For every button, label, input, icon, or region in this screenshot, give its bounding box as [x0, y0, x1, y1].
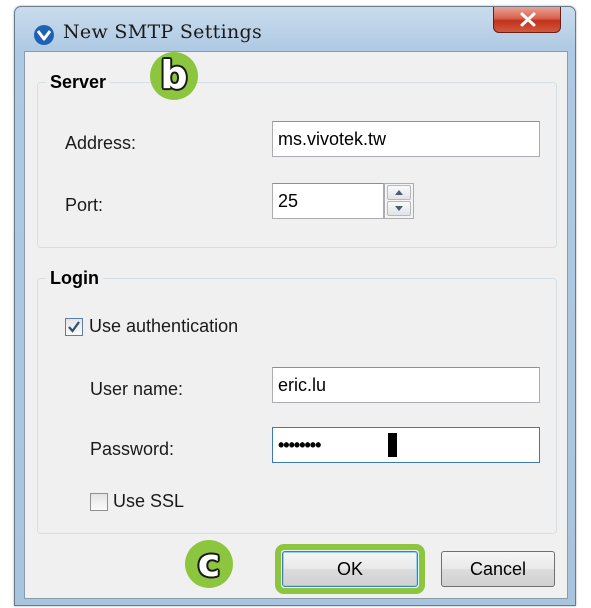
username-field[interactable]: eric.lu: [272, 367, 540, 403]
smtp-settings-dialog: New SMTP Settings Server Address: ms.viv…: [14, 6, 576, 606]
port-label: Port:: [65, 195, 104, 215]
ok-button[interactable]: OK: [282, 551, 418, 587]
annotation-badge-b: b: [150, 52, 198, 100]
username-label: User name:: [90, 379, 184, 399]
text-cursor: [388, 433, 397, 457]
title-bar[interactable]: New SMTP Settings: [15, 7, 575, 53]
use-ssl-checkbox[interactable]: [90, 493, 108, 511]
port-spinner: [384, 183, 414, 219]
server-group: Server Address: ms.vivotek.tw Port: 25: [37, 72, 557, 248]
use-authentication-checkbox[interactable]: [65, 318, 83, 336]
password-masked-value: ••••••••: [278, 435, 321, 455]
port-increment-button[interactable]: [387, 185, 411, 200]
port-decrement-button[interactable]: [387, 201, 411, 216]
use-authentication-label[interactable]: Use authentication: [89, 316, 238, 337]
password-field[interactable]: ••••••••: [272, 427, 540, 463]
checkmark-icon: [68, 321, 80, 333]
password-label: Password:: [90, 439, 175, 459]
port-field[interactable]: 25: [272, 183, 384, 219]
close-button[interactable]: [493, 7, 561, 33]
arrow-up-icon: [395, 190, 403, 195]
vivotek-chevron-icon: [34, 25, 54, 45]
cancel-button[interactable]: Cancel: [441, 551, 555, 587]
server-group-title: Server: [46, 72, 111, 93]
login-group-title: Login: [46, 268, 103, 289]
close-icon: [520, 12, 536, 27]
use-ssl-label[interactable]: Use SSL: [113, 491, 184, 512]
annotation-badge-c: c: [185, 540, 233, 588]
login-group: Login Use authentication User name: eric…: [37, 268, 557, 534]
dialog-content: Server Address: ms.vivotek.tw Port: 25 L…: [24, 51, 568, 599]
window-title: New SMTP Settings: [63, 21, 262, 43]
arrow-down-icon: [395, 206, 403, 211]
address-field[interactable]: ms.vivotek.tw: [272, 121, 540, 157]
address-label: Address:: [65, 133, 137, 153]
